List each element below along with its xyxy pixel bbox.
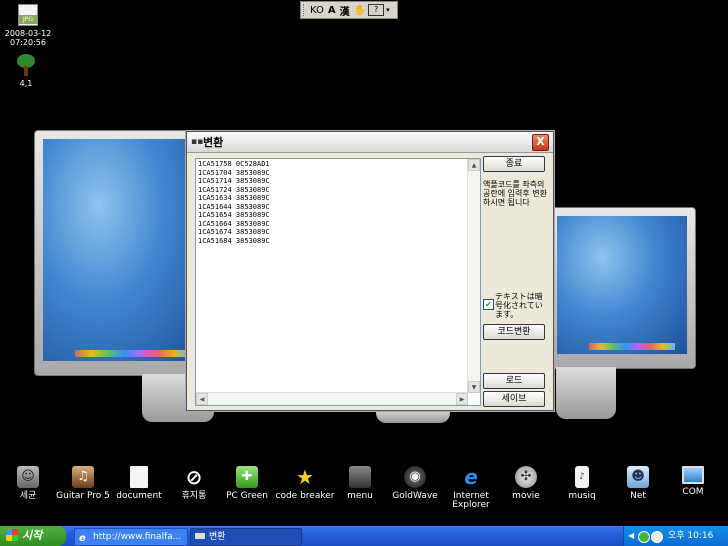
language-indicator[interactable]: KO: [308, 5, 326, 16]
ie-small-icon: e: [79, 533, 86, 544]
horizontal-scrollbar[interactable]: ◀ ▶: [196, 392, 468, 405]
right-monitor-stand: [556, 367, 616, 419]
dock-item-pc-green[interactable]: ✚ PC Green: [214, 466, 280, 501]
code-line: 1CA51674 3853089C: [198, 228, 270, 236]
load-button[interactable]: 로드: [483, 373, 545, 389]
exit-button[interactable]: 종료: [483, 156, 545, 172]
star-icon: ★: [296, 465, 314, 489]
language-bar-options-icon[interactable]: ▾: [384, 6, 392, 14]
jpg-file-date: 2008-03-12: [4, 29, 52, 38]
encrypted-checkbox-row[interactable]: ✔ テキストは暗号化されています。: [483, 292, 549, 319]
save-button[interactable]: 세이브: [483, 391, 545, 407]
code-line: 1CA51758 0C528AD1: [198, 160, 270, 168]
movie-reel-icon: ✣: [515, 466, 537, 488]
app-small-icon: [195, 533, 205, 539]
dock-bar: ☺ 세균 ♫ Guitar Pro 5 document ⊘ 휴지통 ✚ PC …: [0, 466, 728, 522]
scroll-down-icon[interactable]: ▼: [468, 381, 480, 393]
convert-dialog: ▪▪ 변환 X 1CA51758 0C528AD1 1CA51704 385308…: [186, 131, 554, 411]
scroll-left-icon[interactable]: ◀: [196, 393, 208, 405]
trash-icon: ⊘: [185, 465, 203, 489]
window-menu-icon[interactable]: ▪▪: [191, 137, 203, 147]
input-mode-a-icon[interactable]: A: [326, 5, 338, 16]
right-monitor-wallpaper: [548, 207, 696, 369]
scroll-up-icon[interactable]: ▲: [468, 159, 480, 171]
close-button[interactable]: X: [532, 134, 549, 151]
taskbar-item-browser[interactable]: e http://www.finalfa...: [74, 528, 188, 546]
computer-icon: [682, 466, 704, 484]
jpg-file-icon: JPG: [18, 4, 38, 26]
dock-item-com[interactable]: COM: [660, 466, 726, 497]
apple-menu-icon: [349, 466, 371, 488]
code-line: 1CA51634 3853089C: [198, 194, 270, 202]
code-lines: 1CA51758 0C528AD1 1CA51704 3853089C 1CA517…: [198, 160, 270, 245]
instruction-text: 액플코드를 좌측의 공란에 입력후 변환하시면 됩니다: [483, 180, 547, 207]
dialog-titlebar[interactable]: ▪▪ 변환: [187, 132, 553, 153]
goldwave-icon: ◉: [404, 466, 426, 488]
music-player-icon: ♪: [575, 466, 589, 488]
language-bar[interactable]: KO A 漢 ✋ ? ▾: [300, 1, 398, 19]
clock: 오후 10:16: [668, 531, 714, 541]
tree-icon: [15, 54, 37, 76]
code-line: 1CA51714 3853089C: [198, 177, 270, 185]
tree-desktop-icon[interactable]: 4,1: [6, 54, 46, 88]
finder-icon: ☺: [17, 466, 39, 488]
tray-expand-icon[interactable]: ◀: [628, 526, 634, 546]
tree-icon-label: 4,1: [19, 79, 33, 88]
center-monitor-stand: [376, 409, 450, 423]
hanja-icon[interactable]: 漢: [338, 3, 352, 18]
document-icon: [130, 466, 148, 488]
vertical-scrollbar[interactable]: ▲ ▼: [467, 159, 480, 393]
tray-network-icon[interactable]: [651, 531, 663, 543]
code-line: 1CA51664 3853089C: [198, 219, 270, 228]
code-line: 1CA51724 3853089C: [198, 185, 270, 194]
encrypted-checkbox-label: テキストは暗号化されています。: [495, 292, 543, 319]
taskbar-item-convert[interactable]: 변환: [190, 528, 302, 546]
windows-flag-icon: [6, 529, 18, 541]
ime-pad-icon[interactable]: ✋: [352, 5, 368, 16]
code-line: 1CA51684 3853089C: [198, 236, 270, 245]
dialog-title: 변환: [203, 136, 224, 149]
convert-code-button[interactable]: 코드변환: [483, 324, 545, 340]
jpg-file-time: 07:20:56: [10, 38, 46, 47]
taskbar: 시작 e http://www.finalfa... 변환 ◀ 오후 10:16: [0, 526, 728, 546]
ie-icon: e: [464, 465, 478, 489]
code-line: 1CA51704 3853089C: [198, 168, 270, 177]
jpg-file-desktop-icon[interactable]: JPG 2008-03-12 07:20:56: [4, 4, 52, 47]
code-input-textarea[interactable]: 1CA51758 0C528AD1 1CA51704 3853089C 1CA517…: [195, 158, 481, 406]
net-icon: ☻: [627, 466, 649, 488]
pc-green-icon: ✚: [236, 466, 258, 488]
code-line: 1CA51654 3853089C: [198, 211, 270, 219]
help-icon[interactable]: ?: [368, 4, 385, 16]
code-line: 1CA51644 3853089C: [198, 202, 270, 211]
system-tray: ◀ 오후 10:16: [623, 526, 728, 546]
start-button[interactable]: 시작: [0, 526, 66, 546]
scroll-right-icon[interactable]: ▶: [456, 393, 468, 405]
encrypted-checkbox[interactable]: ✔: [483, 299, 494, 310]
tray-green-icon[interactable]: [638, 531, 650, 543]
guitar-pro-icon: ♫: [72, 466, 94, 488]
